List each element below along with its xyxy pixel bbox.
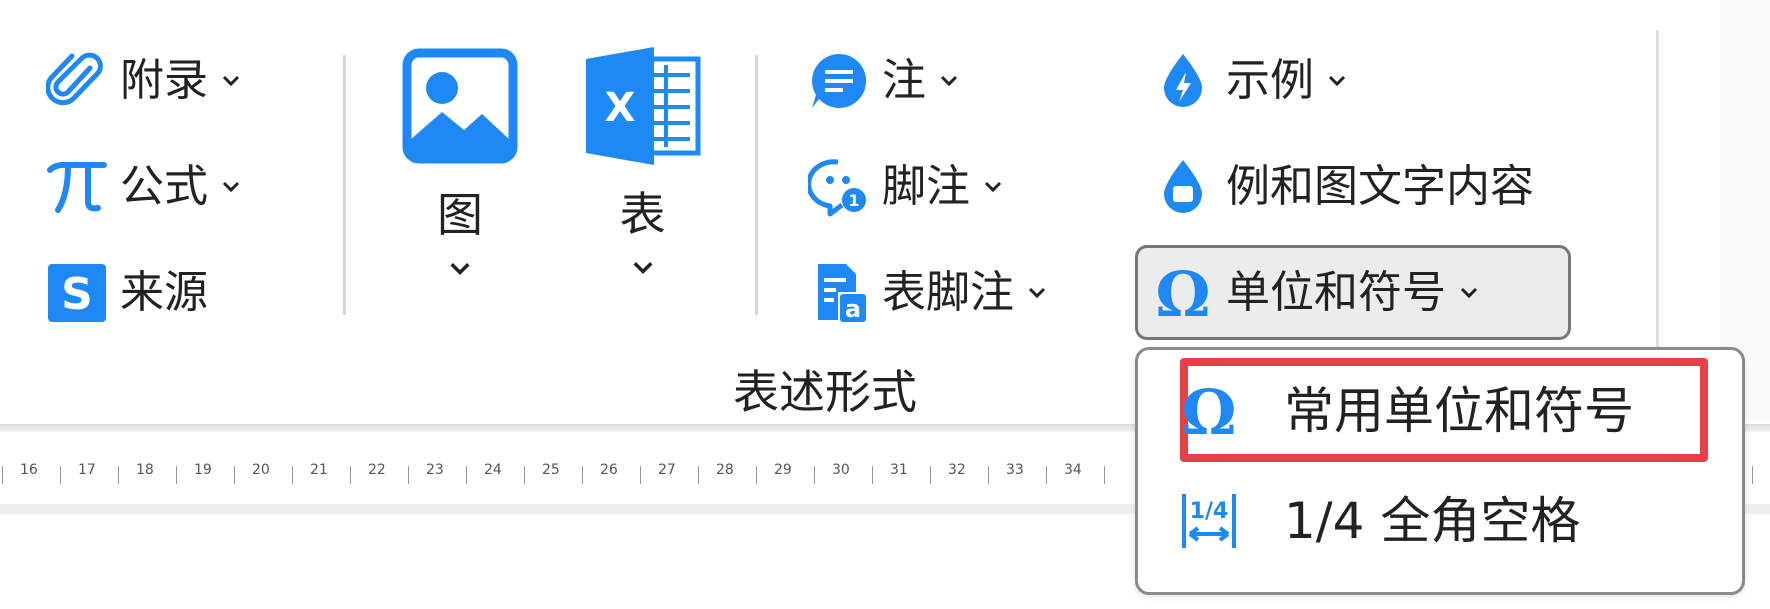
drop-lightning-icon bbox=[1152, 50, 1214, 112]
ruler-tick: 26 bbox=[600, 462, 618, 478]
note-icon bbox=[808, 50, 870, 112]
pi-icon bbox=[46, 156, 108, 218]
chevron-down-icon bbox=[1028, 287, 1046, 299]
ruler-tick-line bbox=[872, 466, 873, 484]
quarter-space-label: 1/4 全角空格 bbox=[1284, 492, 1581, 550]
ruler-tick-line bbox=[1046, 466, 1047, 484]
chevron-down-icon bbox=[1328, 75, 1346, 87]
ruler-tick: 17 bbox=[78, 462, 96, 478]
chevron-down-icon bbox=[450, 263, 470, 276]
ruler-tick-line bbox=[814, 466, 815, 484]
chevron-down-icon bbox=[940, 75, 958, 87]
common-units-symbols-item[interactable]: Ω 常用单位和符号 bbox=[1178, 370, 1634, 452]
chevron-down-icon bbox=[984, 181, 1002, 193]
ruler-tick: 29 bbox=[774, 462, 792, 478]
ruler-tick-line bbox=[292, 466, 293, 484]
separator bbox=[343, 55, 346, 315]
separator bbox=[755, 55, 758, 315]
units-symbols-label: 单位和符号 bbox=[1226, 267, 1446, 318]
ruler-tick-line bbox=[582, 466, 583, 484]
source-label: 来源 bbox=[120, 267, 208, 318]
excel-icon: X bbox=[585, 47, 700, 165]
ruler-tick: 31 bbox=[890, 462, 908, 478]
ruler-tick: 28 bbox=[716, 462, 734, 478]
ruler-tick: 27 bbox=[658, 462, 676, 478]
ruler-tick-line bbox=[1752, 466, 1753, 484]
omega-icon: Ω bbox=[1181, 380, 1236, 442]
common-units-symbols-label: 常用单位和符号 bbox=[1284, 382, 1634, 440]
table-footnote-icon: a bbox=[808, 262, 870, 324]
table-button[interactable]: X 表 bbox=[580, 45, 705, 281]
table-footnote-label: 表脚注 bbox=[882, 267, 1014, 318]
ruler-tick: 23 bbox=[426, 462, 444, 478]
ruler-tick-line bbox=[350, 466, 351, 484]
appendix-label: 附录 bbox=[120, 55, 208, 106]
svg-text:1: 1 bbox=[848, 191, 859, 210]
ruler-tick: 32 bbox=[948, 462, 966, 478]
ruler-tick-line bbox=[408, 466, 409, 484]
formula-label: 公式 bbox=[120, 161, 208, 212]
ruler-tick-line bbox=[930, 466, 931, 484]
footnote-label: 脚注 bbox=[882, 161, 970, 212]
units-symbols-button[interactable]: Ω 单位和符号 bbox=[1152, 262, 1480, 324]
image-icon bbox=[402, 48, 518, 164]
ruler-tick: 19 bbox=[194, 462, 212, 478]
ruler-tick-line bbox=[2, 466, 3, 484]
appendix-button[interactable]: 附录 bbox=[46, 50, 242, 112]
ruler-tick: 20 bbox=[252, 462, 270, 478]
svg-text:X: X bbox=[604, 85, 635, 131]
s-source-icon: S bbox=[46, 262, 108, 324]
ruler-tick: 24 bbox=[484, 462, 502, 478]
ruler-tick-line bbox=[756, 466, 757, 484]
table-footnote-button[interactable]: a 表脚注 bbox=[808, 262, 1048, 324]
quarter-space-icon: 1/4 bbox=[1182, 494, 1236, 548]
footnote-button[interactable]: 1 脚注 bbox=[808, 156, 1004, 218]
ruler-tick-line bbox=[118, 466, 119, 484]
ruler-tick: 30 bbox=[832, 462, 850, 478]
paperclip-icon bbox=[46, 50, 108, 112]
example-label: 示例 bbox=[1226, 55, 1314, 106]
ruler-tick: 22 bbox=[368, 462, 386, 478]
ruler-tick: 34 bbox=[1064, 462, 1082, 478]
ruler-tick-line bbox=[466, 466, 467, 484]
ruler-tick: 21 bbox=[310, 462, 328, 478]
chevron-down-icon bbox=[1460, 287, 1478, 299]
image-button[interactable]: 图 bbox=[400, 48, 520, 282]
ruler-tick-line bbox=[234, 466, 235, 484]
svg-text:1/4: 1/4 bbox=[1190, 499, 1229, 524]
ruler-tick: 25 bbox=[542, 462, 560, 478]
svg-text:Ω: Ω bbox=[1181, 380, 1236, 442]
ruler-tick-line bbox=[176, 466, 177, 484]
chevron-down-icon bbox=[222, 75, 240, 87]
note-button[interactable]: 注 bbox=[808, 50, 960, 112]
ruler-tick: 18 bbox=[136, 462, 154, 478]
ruler-tick-line bbox=[988, 466, 989, 484]
chevron-down-icon bbox=[222, 181, 240, 193]
ruler-tick: 33 bbox=[1006, 462, 1024, 478]
drop-square-icon bbox=[1152, 156, 1214, 218]
ruler-tick-line bbox=[524, 466, 525, 484]
svg-text:Ω: Ω bbox=[1155, 262, 1210, 324]
formula-button[interactable]: 公式 bbox=[46, 156, 242, 218]
example-figure-text-button[interactable]: 例和图文字内容 bbox=[1152, 156, 1534, 218]
source-button[interactable]: S 来源 bbox=[46, 262, 208, 324]
chevron-down-icon bbox=[632, 262, 653, 275]
note-label: 注 bbox=[882, 55, 926, 106]
units-symbols-dropdown: Ω 常用单位和符号 1/4 1/4 全角空格 bbox=[1135, 347, 1745, 595]
table-label: 表 bbox=[619, 187, 666, 241]
separator bbox=[1656, 30, 1659, 355]
quarter-space-item[interactable]: 1/4 1/4 全角空格 bbox=[1178, 480, 1580, 562]
image-label: 图 bbox=[437, 188, 483, 242]
svg-text:a: a bbox=[845, 295, 861, 323]
ruler-tick: 16 bbox=[20, 462, 38, 478]
ruler-tick-line bbox=[698, 466, 699, 484]
example-figure-text-label: 例和图文字内容 bbox=[1226, 161, 1534, 212]
ruler-tick-line bbox=[1104, 466, 1105, 484]
omega-icon: Ω bbox=[1152, 262, 1214, 324]
ruler-tick-line bbox=[640, 466, 641, 484]
svg-text:S: S bbox=[61, 269, 93, 320]
ruler-tick-line bbox=[60, 466, 61, 484]
footnote-icon: 1 bbox=[808, 156, 870, 218]
example-button[interactable]: 示例 bbox=[1152, 50, 1348, 112]
